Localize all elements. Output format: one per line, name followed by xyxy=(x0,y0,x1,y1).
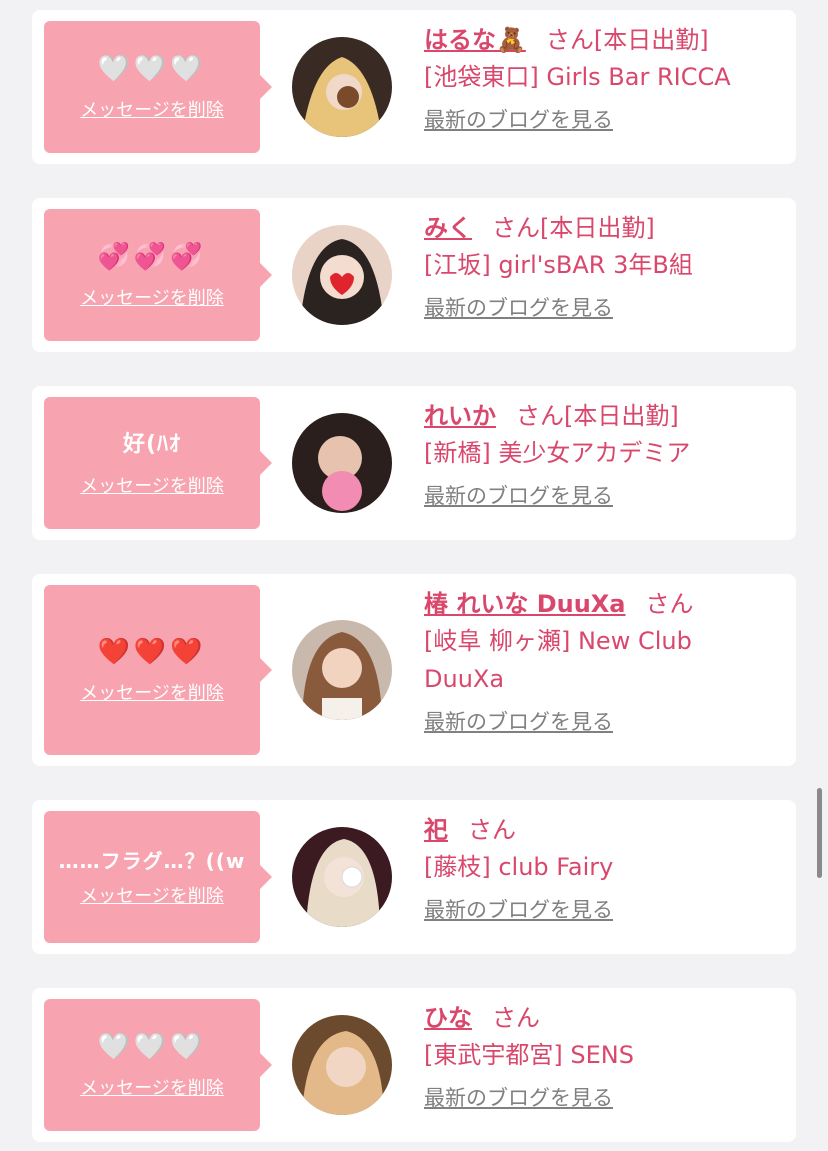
honorific: さん xyxy=(468,816,516,844)
cast-name-link[interactable]: 祀 xyxy=(424,816,448,844)
favorite-card: 💞💞💞 メッセージを削除 みく さん[本日出勤] [江坂] girl'sBAR 3… xyxy=(32,198,796,352)
delete-message-link[interactable]: メッセージを削除 xyxy=(80,96,224,122)
delete-message-link[interactable]: メッセージを削除 xyxy=(80,284,224,310)
message-bubble: ……フラグ…？((w メッセージを削除 xyxy=(44,811,272,943)
avatar-image xyxy=(292,827,392,927)
cast-name-link[interactable]: 椿 れいな DuuXa xyxy=(424,590,626,618)
latest-blog-link[interactable]: 最新のブログを見る xyxy=(424,894,613,924)
shop-name: [岐阜 柳ヶ瀬] New Club DuuXa xyxy=(424,627,692,693)
cast-name-link[interactable]: みく xyxy=(424,214,472,242)
message-text: ❤️❤️❤️ xyxy=(97,637,207,667)
shop-name: [東武宇都宮] SENS xyxy=(424,1041,634,1069)
scrollbar[interactable] xyxy=(817,788,822,878)
message-text: 好(ﾊｵ xyxy=(122,432,182,457)
avatar-image xyxy=(292,620,392,720)
shop-name: [新橋] 美少女アカデミア xyxy=(424,439,691,467)
favorite-card: 🤍🤍🤍 メッセージを削除 ひな さん [東武宇都宮] SENS 最新のブログを見る xyxy=(32,988,796,1142)
avatar-image xyxy=(292,225,392,325)
delete-message-link[interactable]: メッセージを削除 xyxy=(80,679,224,705)
latest-blog-link[interactable]: 最新のブログを見る xyxy=(424,706,613,736)
honorific: さん[本日出勤] xyxy=(516,402,679,430)
favorite-card: 好(ﾊｵ メッセージを削除 れいか さん[本日出勤] [新橋] 美少女アカデミア … xyxy=(32,386,796,540)
message-text: 🤍🤍🤍 xyxy=(97,54,207,84)
honorific: さん[本日出勤] xyxy=(492,214,655,242)
delete-message-link[interactable]: メッセージを削除 xyxy=(80,472,224,498)
message-bubble: ❤️❤️❤️ メッセージを削除 xyxy=(44,585,272,755)
latest-blog-link[interactable]: 最新のブログを見る xyxy=(424,292,613,322)
latest-blog-link[interactable]: 最新のブログを見る xyxy=(424,480,613,510)
avatar[interactable] xyxy=(292,1015,392,1115)
message-bubble: 🤍🤍🤍 メッセージを削除 xyxy=(44,999,272,1131)
message-bubble: 🤍🤍🤍 メッセージを削除 xyxy=(44,21,272,153)
cast-name-link[interactable]: れいか xyxy=(424,402,496,430)
cast-name-link[interactable]: はるな🧸 xyxy=(424,26,526,54)
message-bubble: 好(ﾊｵ メッセージを削除 xyxy=(44,397,272,529)
avatar[interactable] xyxy=(292,413,392,513)
message-text: ……フラグ…？((w xyxy=(58,849,246,873)
cast-info: 椿 れいな DuuXa さん [岐阜 柳ヶ瀬] New Club DuuXa 最新… xyxy=(424,586,786,736)
avatar[interactable] xyxy=(292,827,392,927)
favorite-card: ……フラグ…？((w メッセージを削除 祀さん [藤枝] club Fairy … xyxy=(32,800,796,954)
cast-info: 祀さん [藤枝] club Fairy 最新のブログを見る xyxy=(424,812,786,924)
cast-name-link[interactable]: ひな xyxy=(424,1004,472,1032)
favorite-card: 🤍🤍🤍 メッセージを削除 はるな🧸 さん[本日出勤] [池袋東口] Girls B… xyxy=(32,10,796,164)
avatar[interactable] xyxy=(292,37,392,137)
shop-name: [池袋東口] Girls Bar RICCA xyxy=(424,63,731,91)
latest-blog-link[interactable]: 最新のブログを見る xyxy=(424,1082,613,1112)
shop-name: [江坂] girl'sBAR 3年B組 xyxy=(424,251,693,279)
message-text: 🤍🤍🤍 xyxy=(97,1032,207,1062)
shop-name: [藤枝] club Fairy xyxy=(424,853,614,881)
honorific: さん xyxy=(492,1004,540,1032)
message-text: 💞💞💞 xyxy=(97,242,207,272)
honorific: さん xyxy=(645,590,694,618)
cast-info: みく さん[本日出勤] [江坂] girl'sBAR 3年B組 最新のブログを見る xyxy=(424,210,786,322)
avatar-image xyxy=(292,37,392,137)
avatar[interactable] xyxy=(292,225,392,325)
cast-info: はるな🧸 さん[本日出勤] [池袋東口] Girls Bar RICCA 最新のブ… xyxy=(424,22,786,134)
cast-info: ひな さん [東武宇都宮] SENS 最新のブログを見る xyxy=(424,1000,786,1112)
avatar[interactable] xyxy=(292,620,392,720)
cast-info: れいか さん[本日出勤] [新橋] 美少女アカデミア 最新のブログを見る xyxy=(424,398,786,510)
avatar-image xyxy=(292,413,392,513)
delete-message-link[interactable]: メッセージを削除 xyxy=(80,882,224,908)
delete-message-link[interactable]: メッセージを削除 xyxy=(80,1074,224,1100)
favorite-card: ❤️❤️❤️ メッセージを削除 椿 れいな DuuXa さん [岐阜 柳ヶ瀬] N… xyxy=(32,574,796,766)
message-bubble: 💞💞💞 メッセージを削除 xyxy=(44,209,272,341)
avatar-image xyxy=(292,1015,392,1115)
honorific: さん[本日出勤] xyxy=(545,26,709,54)
latest-blog-link[interactable]: 最新のブログを見る xyxy=(424,104,613,134)
